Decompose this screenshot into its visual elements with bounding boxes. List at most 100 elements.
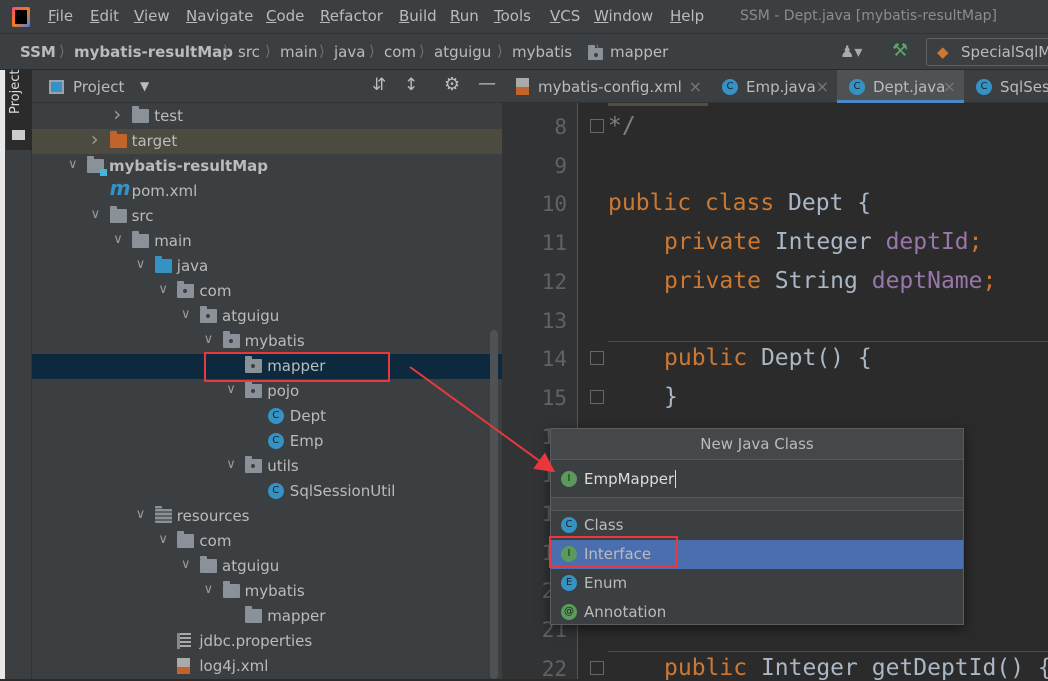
user-icon[interactable]: ♟▾ <box>840 42 862 61</box>
breadcrumb-item[interactable]: mapper <box>610 43 668 61</box>
fold-icon[interactable] <box>590 389 604 404</box>
option-annotation[interactable]: @ Annotation <box>551 598 963 627</box>
breadcrumb-item[interactable]: mybatis <box>512 43 572 61</box>
breadcrumb-item[interactable]: main <box>280 43 317 61</box>
menu-file[interactable]: File <box>48 7 73 25</box>
menu-navigate[interactable]: Navigate <box>186 7 253 25</box>
close-icon[interactable]: × <box>816 77 829 96</box>
tree-scrollbar[interactable] <box>490 330 498 679</box>
package-icon <box>177 281 195 298</box>
source-root-icon <box>154 256 172 273</box>
line-number: 8 <box>554 115 567 139</box>
tree-item[interactable]: ∨ atguigu <box>32 304 502 329</box>
tree-item[interactable]: ∨ mybatis <box>32 579 502 604</box>
editor-tab[interactable]: C Emp.java × <box>710 70 837 103</box>
project-view-select[interactable]: Project <box>73 78 124 96</box>
option-enum[interactable]: E Enum <box>551 569 963 598</box>
collapse-all-icon[interactable]: ↕ <box>404 75 418 95</box>
code-token: private <box>664 267 775 294</box>
tree-item[interactable]: ∨ src <box>32 204 502 229</box>
method-separator <box>608 341 1048 342</box>
chevron-down-icon[interactable]: ∨ <box>204 332 214 347</box>
class-icon: C <box>849 79 865 95</box>
tree-item[interactable]: C Dept <box>32 404 502 429</box>
menu-build[interactable]: Build <box>399 7 437 25</box>
breadcrumb-item[interactable]: SSM <box>20 43 56 61</box>
class-name-input[interactable]: I EmpMapper <box>551 461 963 498</box>
build-hammer-icon[interactable]: ⚒ <box>892 40 908 61</box>
chevron-down-icon[interactable]: ∨ <box>68 157 78 172</box>
chevron-down-icon[interactable]: ∨ <box>181 307 191 322</box>
tree-item-label: mybatis <box>244 332 305 350</box>
chevron-down-icon[interactable]: ∨ <box>113 232 123 247</box>
tree-item[interactable]: mapper <box>32 604 502 629</box>
menu-view[interactable]: View <box>134 7 170 25</box>
fold-icon[interactable] <box>590 119 604 133</box>
tree-item[interactable]: ∨ mybatis-resultMap <box>32 154 502 179</box>
chevron-right-icon[interactable]: › <box>113 102 121 126</box>
gear-icon[interactable]: ⚙ <box>444 74 460 95</box>
tree-item[interactable]: ∨ resources <box>32 504 502 529</box>
code-line: private Integer deptId; <box>664 229 983 255</box>
menu-code[interactable]: Code <box>266 7 304 25</box>
chevron-down-icon[interactable]: ∨ <box>158 532 168 547</box>
project-tool-button[interactable]: Project <box>6 70 32 150</box>
tree-item[interactable]: C SqlSessionUtil <box>32 479 502 504</box>
close-icon[interactable]: × <box>689 77 702 96</box>
chevron-down-icon[interactable]: ∨ <box>181 557 191 572</box>
tree-item[interactable]: ∨ com <box>32 279 502 304</box>
annotation-icon: @ <box>561 604 577 620</box>
chevron-right-icon[interactable]: › <box>91 127 99 151</box>
tree-item[interactable]: m pom.xml <box>32 178 502 204</box>
tree-item[interactable]: ∨ pojo <box>32 379 502 404</box>
folder-icon <box>132 231 150 248</box>
tree-item[interactable]: C Emp <box>32 429 502 454</box>
tree-item[interactable]: ∨ com <box>32 529 502 554</box>
tree-item[interactable]: ∨ utils <box>32 454 502 479</box>
fold-icon[interactable] <box>590 351 604 366</box>
code-token: Dept { <box>788 190 872 217</box>
xml-file-icon <box>177 658 191 674</box>
chevron-down-icon[interactable]: ∨ <box>136 257 146 272</box>
intellij-logo-icon <box>12 7 30 27</box>
tree-item[interactable]: log4j.xml <box>32 654 502 679</box>
menu-help[interactable]: Help <box>670 7 704 25</box>
tree-item[interactable]: jdbc.properties <box>32 629 502 654</box>
tree-item[interactable]: ∨ main <box>32 229 502 254</box>
chevron-down-icon[interactable]: ▼ <box>140 79 149 93</box>
menu-window[interactable]: Window <box>594 7 653 25</box>
editor-tab[interactable]: mybatis-config.xml × <box>502 70 710 103</box>
chevron-down-icon[interactable]: ∨ <box>158 282 168 297</box>
breadcrumb-item[interactable]: atguigu <box>434 43 491 61</box>
menu-refactor[interactable]: Refactor <box>320 7 383 25</box>
breadcrumb-item[interactable]: mybatis-resultMap <box>74 43 233 61</box>
breadcrumb-item[interactable]: com <box>384 43 416 61</box>
chevron-down-icon[interactable]: ∨ <box>91 207 101 222</box>
properties-file-icon <box>177 633 192 649</box>
chevron-down-icon[interactable]: ∨ <box>136 507 146 522</box>
breadcrumb-separator: ⟩ <box>419 42 425 60</box>
package-icon <box>222 331 240 348</box>
folder-excluded-icon <box>109 131 127 148</box>
editor-tab[interactable]: C SqlSes <box>964 70 1048 103</box>
close-icon[interactable]: × <box>943 77 956 96</box>
breadcrumb-item[interactable]: java <box>334 43 365 61</box>
chevron-down-icon[interactable]: ∨ <box>226 457 236 472</box>
tree-item[interactable]: › target <box>32 127 502 154</box>
tree-item[interactable]: ∨ atguigu <box>32 554 502 579</box>
tree-item[interactable]: › test <box>32 102 502 129</box>
hide-icon[interactable]: — <box>478 73 496 94</box>
editor-tab[interactable]: C Dept.java × <box>837 70 964 103</box>
fold-icon[interactable] <box>590 660 604 675</box>
menu-run[interactable]: Run <box>450 7 479 25</box>
menu-edit[interactable]: Edit <box>90 7 119 25</box>
breadcrumb-item[interactable]: src <box>238 43 260 61</box>
chevron-down-icon[interactable]: ∨ <box>226 382 236 397</box>
menu-vcs[interactable]: VCS <box>550 7 580 25</box>
tree-item[interactable]: ∨ java <box>32 254 502 279</box>
run-config-select[interactable]: ◆ SpecialSqlM <box>926 38 1048 66</box>
menu-tools[interactable]: Tools <box>494 7 531 25</box>
expand-all-icon[interactable]: ⇵ <box>372 75 386 95</box>
chevron-down-icon[interactable]: ∨ <box>204 582 214 597</box>
tree-item[interactable]: ∨ mybatis <box>32 329 502 354</box>
